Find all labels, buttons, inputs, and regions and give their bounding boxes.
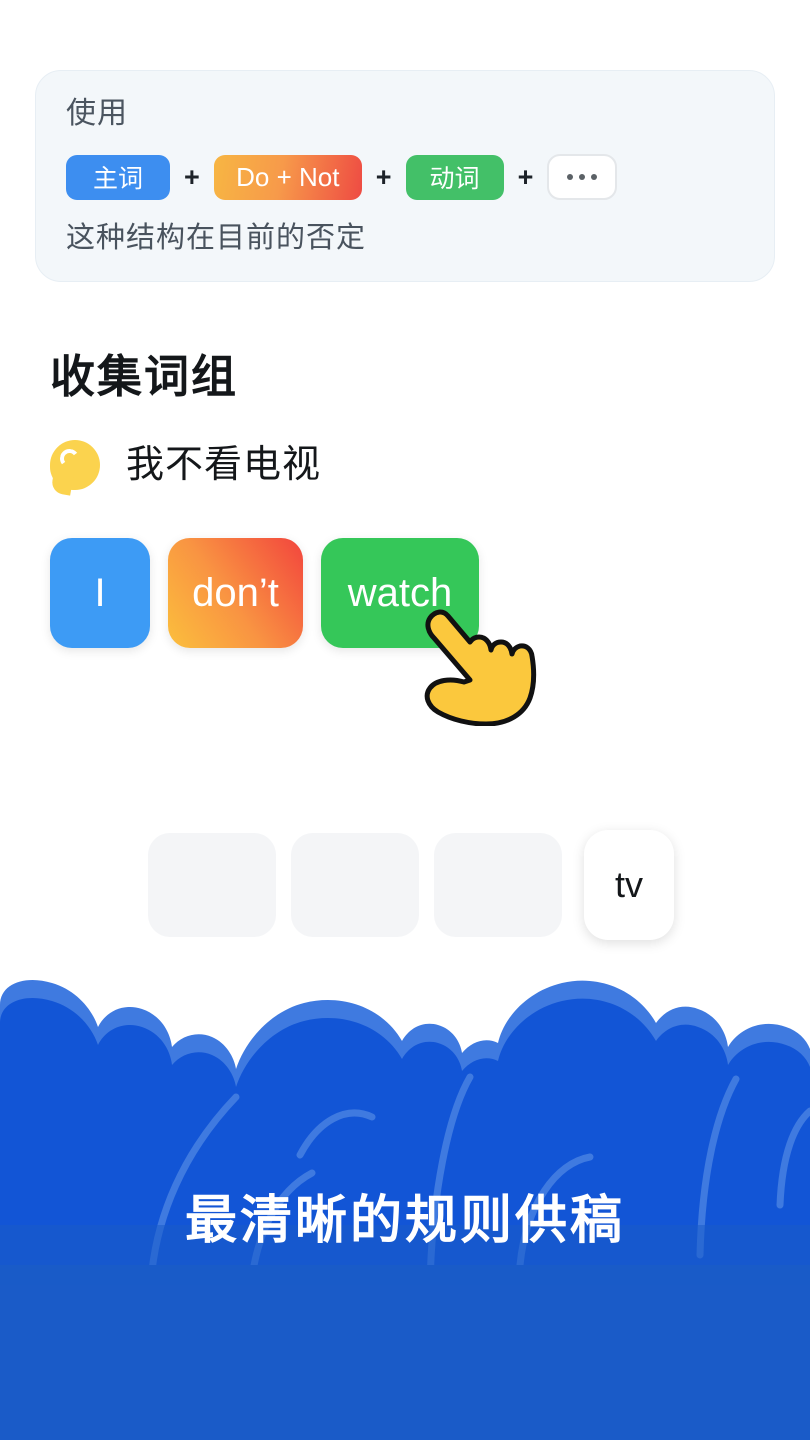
formula-chip-row: 主词 + Do + Not + 动词 + [66, 154, 744, 200]
banner-title: 最清晰的规则供稿 [184, 1192, 625, 1250]
chip-subject[interactable]: 主词 [66, 154, 170, 200]
grammar-formula-card: 使用 主词 + Do + Not + 动词 + 这种结构在目前的否定 [35, 70, 775, 282]
chip-verb[interactable]: 动词 [405, 154, 504, 200]
section-title: 收集词组 [50, 351, 239, 402]
speech-bubble-icon [50, 440, 100, 496]
prompt-row: 我不看电视 [50, 434, 321, 496]
formula-description: 这种结构在目前的否定 [66, 222, 367, 254]
answer-tile-1[interactable]: I [50, 538, 150, 648]
word-bank-row: tv [148, 830, 674, 940]
prompt-text: 我不看电视 [126, 444, 322, 486]
formula-label: 使用 [66, 97, 128, 130]
plus-operator-3: + [517, 161, 534, 192]
ellipsis-icon [567, 174, 598, 180]
empty-slot-2[interactable] [291, 833, 419, 937]
plus-operator-1: + [184, 161, 200, 192]
word-bank-tile-tv[interactable]: tv [584, 830, 674, 940]
answer-tile-2[interactable]: don’t [168, 538, 303, 648]
chip-more-ellipsis[interactable] [547, 154, 618, 200]
chip-do-not[interactable]: Do + Not [213, 154, 362, 200]
plus-operator-2: + [375, 161, 392, 192]
pointing-hand-cursor [412, 604, 542, 727]
empty-slot-1[interactable] [148, 833, 276, 937]
app-root: 使用 主词 + Do + Not + 动词 + 这种结构在目前的否定 收集词组 … [0, 0, 810, 1440]
empty-slot-3[interactable] [434, 833, 562, 937]
